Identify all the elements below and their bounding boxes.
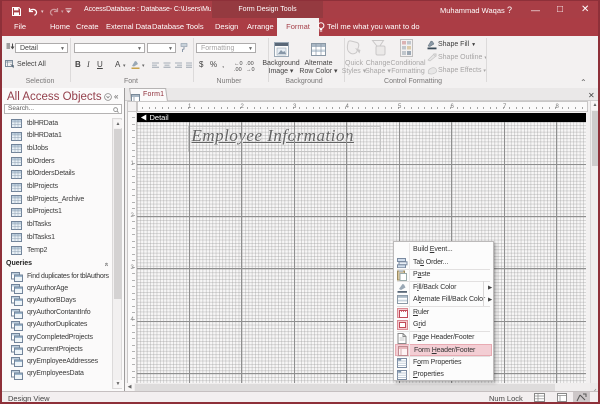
svg-text:Detail: Detail [150,113,170,122]
